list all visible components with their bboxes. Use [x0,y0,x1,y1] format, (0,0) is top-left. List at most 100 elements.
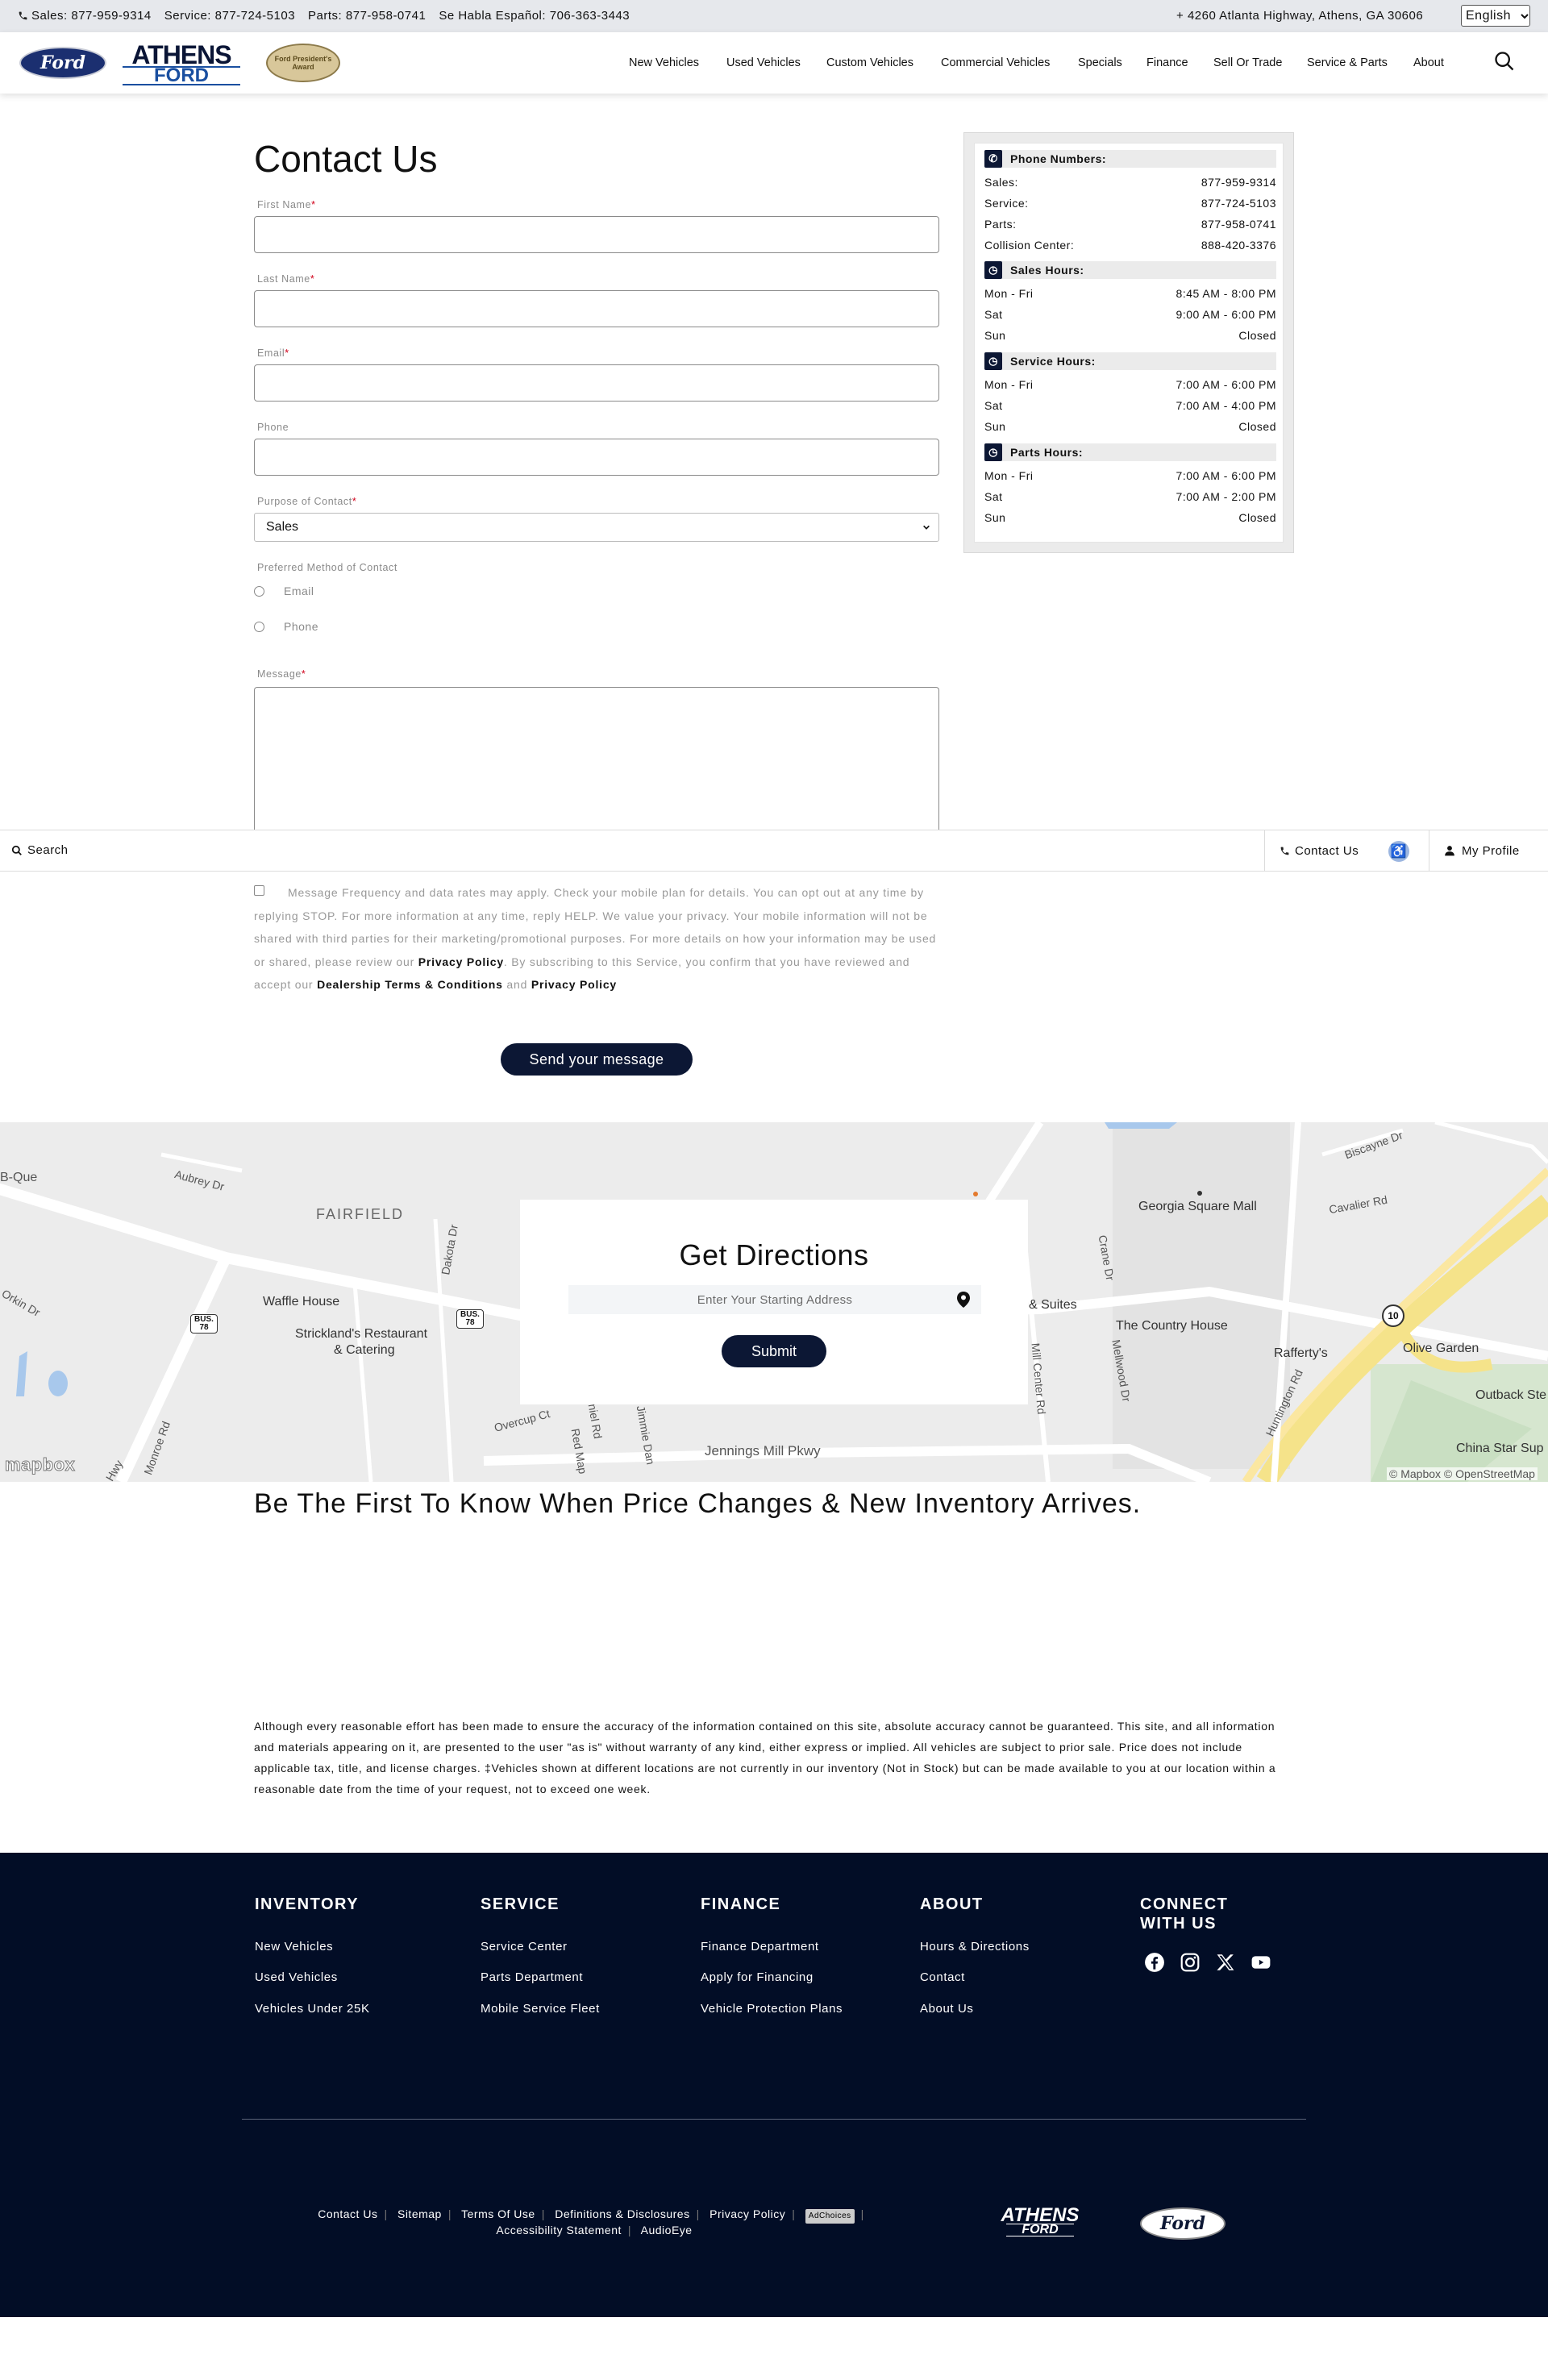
nav-commercial-vehicles[interactable]: Commercial Vehicles [941,56,1050,69]
facebook-icon[interactable] [1143,1951,1166,1974]
x-icon[interactable] [1214,1951,1237,1974]
consent-terms-link[interactable]: Dealership Terms & Conditions [317,978,503,991]
footer-bottom-contact[interactable]: Contact Us [318,2207,377,2220]
separator: | [860,2207,864,2220]
sticky-my-profile[interactable]: My Profile [1429,830,1520,871]
top-service-phone[interactable]: Service: 877-724-5103 [164,9,295,23]
footer-link-apply-financing[interactable]: Apply for Financing [701,1970,814,1984]
footer-link-hours-directions[interactable]: Hours & Directions [920,1940,1030,1954]
parts-hours-header: ◷ Parts Hours: [984,443,1276,461]
accessibility-icon[interactable]: ♿ [1388,841,1409,862]
footer-link-used-vehicles[interactable]: Used Vehicles [255,1970,338,1984]
map-attribution[interactable]: © Mapbox © OpenStreetMap [1387,1467,1538,1480]
sales-hours-value: 8:45 AM - 8:00 PM [1176,287,1276,300]
service-hours-header: ◷ Service Hours: [984,352,1276,370]
last-name-input[interactable] [254,290,939,327]
athens-ford-logo[interactable]: ATHENS FORD [121,42,242,85]
map-label: Waffle House [263,1295,340,1309]
sales-hours-row: Sat 9:00 AM - 6:00 PM [984,308,1276,321]
footer-link-parts-department[interactable]: Parts Department [481,1970,583,1984]
pref-phone-radio[interactable] [254,621,264,632]
top-sales-text[interactable]: Sales: 877-959-9314 [31,9,152,23]
first-name-input[interactable] [254,216,939,253]
mapbox-logo[interactable]: mapbox [4,1454,75,1475]
nav-sell-or-trade[interactable]: Sell Or Trade [1213,56,1282,69]
purpose-select[interactable]: Sales [254,513,939,542]
footer-link-protection-plans[interactable]: Vehicle Protection Plans [701,2002,843,2016]
email-input[interactable] [254,364,939,402]
map-label: Rafferty's [1274,1346,1328,1360]
required-mark: * [310,273,315,285]
parts-phone-value[interactable]: 877-958-0741 [1201,218,1276,231]
service-hours-value: 7:00 AM - 4:00 PM [1176,399,1276,412]
service-phone-label: Service: [984,197,1029,210]
footer-bottom-privacy[interactable]: Privacy Policy [710,2207,785,2220]
top-address-text[interactable]: 4260 Atlanta Highway, Athens, GA 30606 [1188,9,1423,23]
nav-used-vehicles[interactable]: Used Vehicles [726,56,801,69]
footer-bottom-accessibility[interactable]: Accessibility Statement [496,2224,621,2236]
footer-bottom-audioeye[interactable]: AudioEye [641,2224,693,2236]
sales-hours-title: Sales Hours: [1010,264,1084,277]
nav-custom-vehicles[interactable]: Custom Vehicles [826,56,913,69]
ford-logo[interactable]: Ford [19,47,106,79]
send-message-button[interactable]: Send your message [501,1043,693,1076]
footer-ford-logo[interactable]: Ford [1140,2207,1226,2240]
sticky-search[interactable]: Search [11,843,69,857]
youtube-icon[interactable] [1250,1951,1272,1974]
service-hours-value: Closed [1238,420,1276,433]
nav-service-parts[interactable]: Service & Parts [1307,56,1388,69]
adchoices-badge[interactable]: AdChoices [805,2209,855,2224]
footer-finance-title: FINANCE [701,1895,781,1913]
top-sales-phone[interactable]: Sales: 877-959-9314 [18,9,152,23]
sticky-contact-us[interactable]: Contact Us [1264,830,1359,871]
instagram-icon[interactable] [1179,1951,1201,1974]
map-label: & Catering [334,1343,395,1357]
top-bar: Sales: 877-959-9314 Service: 877-724-510… [0,0,1548,32]
phone-input[interactable] [254,439,939,476]
nav-specials[interactable]: Specials [1078,56,1122,69]
chevron-down-icon [1521,13,1529,19]
search-icon[interactable] [1493,50,1516,73]
service-hours-row: Mon - Fri 7:00 AM - 6:00 PM [984,378,1276,391]
starting-address-input[interactable]: Enter Your Starting Address [568,1285,981,1314]
phone-icon: ✆ [984,150,1002,168]
pref-email-option[interactable]: Email [254,585,314,597]
required-mark: * [285,347,289,359]
footer-bottom-terms[interactable]: Terms Of Use [461,2207,535,2220]
map-label: China Star Sup [1456,1442,1544,1455]
consent-privacy-link-2[interactable]: Privacy Policy [531,978,617,991]
footer-link-mobile-service[interactable]: Mobile Service Fleet [481,2002,600,2016]
footer-link-contact[interactable]: Contact [920,1970,965,1984]
footer-bottom-definitions[interactable]: Definitions & Disclosures [555,2207,689,2220]
map-label: Olive Garden [1403,1342,1479,1355]
message-textarea[interactable] [254,687,939,832]
pref-email-radio[interactable] [254,585,264,597]
footer-athens-logo[interactable]: ATHENS FORD [995,2206,1085,2236]
language-select[interactable]: English [1461,5,1530,27]
footer-link-service-center[interactable]: Service Center [481,1940,568,1954]
pref-phone-option[interactable]: Phone [254,620,318,633]
footer-link-under-25k[interactable]: Vehicles Under 25K [255,2002,370,2016]
directions-submit-button[interactable]: Submit [722,1335,826,1367]
map-pin-icon[interactable] [957,1292,970,1308]
site-footer: INVENTORY New Vehicles Used Vehicles Veh… [0,1853,1548,2317]
message-label: Message* [257,668,306,680]
collision-phone-value[interactable]: 888-420-3376 [1201,239,1276,252]
phone-numbers-title: Phone Numbers: [1010,152,1107,165]
footer-link-new-vehicles[interactable]: New Vehicles [255,1940,333,1954]
service-phone-value[interactable]: 877-724-5103 [1201,197,1276,210]
service-day: Sat [984,399,1003,412]
nav-about[interactable]: About [1413,56,1444,69]
footer-bottom-sitemap[interactable]: Sitemap [397,2207,442,2220]
consent-privacy-link-1[interactable]: Privacy Policy [418,955,504,968]
top-spanish-phone[interactable]: Se Habla Español: 706-363-3443 [439,9,630,23]
footer-link-finance-dept[interactable]: Finance Department [701,1940,819,1954]
sales-phone-value[interactable]: 877-959-9314 [1201,176,1276,189]
nav-finance[interactable]: Finance [1146,56,1188,69]
sales-hours-header: ◷ Sales Hours: [984,261,1276,279]
top-parts-phone[interactable]: Parts: 877-958-0741 [308,9,426,23]
footer-link-about-us[interactable]: About Us [920,2002,974,2016]
route-shield: BUS. 78 [190,1314,218,1334]
nav-new-vehicles[interactable]: New Vehicles [629,56,699,69]
top-address[interactable]: + 4260 Atlanta Highway, Athens, GA 30606 [1176,9,1423,23]
